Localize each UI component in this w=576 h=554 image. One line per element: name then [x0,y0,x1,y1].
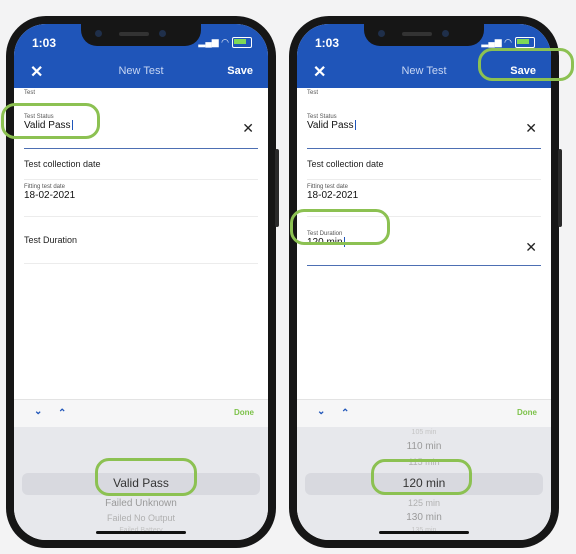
text-caret [354,120,356,131]
highlight-test-status [1,103,100,139]
battery-icon [515,37,535,49]
chevron-up-icon[interactable]: ⌃ [58,408,66,419]
test-status-field[interactable]: Test Status Valid Pass ✕ [307,108,541,149]
status-icons: ▂▄▆ ◠ [481,37,535,49]
picker-option[interactable]: 110 min [297,441,551,452]
chevron-down-icon[interactable]: ⌄ [317,406,325,417]
chevron-down-icon[interactable]: ⌄ [34,406,42,417]
save-button[interactable]: Save [227,65,253,77]
clear-icon[interactable]: ✕ [242,120,254,137]
fitting-test-date-value[interactable]: 18-02-2021 [307,190,541,201]
picker-option[interactable]: 105 min [297,429,551,436]
side-button [558,149,562,227]
picker-option[interactable]: 125 min [297,498,551,508]
speaker-grille [402,32,432,36]
done-button[interactable]: Done [234,408,254,417]
home-indicator [379,531,469,534]
fitting-test-date-value[interactable]: 18-02-2021 [24,190,258,201]
camera-icon [95,30,102,37]
test-collection-date-field[interactable]: Test collection date [307,149,541,180]
clear-icon[interactable]: ✕ [525,120,537,137]
camera-icon [378,30,385,37]
highlight-save-button [478,48,574,81]
speaker-grille [119,32,149,36]
status-time: 1:03 [32,36,57,50]
highlight-test-duration [290,209,390,245]
test-duration-field[interactable]: Test Duration [24,217,258,264]
sensor-icon [159,30,166,37]
chevron-up-icon[interactable]: ⌃ [341,408,349,419]
home-indicator [96,531,186,534]
clear-icon[interactable]: ✕ [525,239,537,256]
status-icons: ▂▄▆ ◠ [198,37,252,49]
notch [81,24,201,46]
test-collection-date-field[interactable]: Test collection date [24,149,258,180]
highlight-status-picker [95,458,197,496]
side-button [275,149,279,227]
picker-option[interactable]: Failed No Output [14,513,268,523]
status-time: 1:03 [315,36,340,50]
picker-option[interactable]: 130 min [297,512,551,523]
fitting-test-date-field[interactable]: Fitting test date 18-02-2021 [24,180,258,217]
picker-toolbar: ⌄ ⌃ Done [297,399,551,428]
section-label: Test [307,90,319,96]
sensor-icon [442,30,449,37]
done-button[interactable]: Done [517,408,537,417]
picker-option[interactable]: Failed Unknown [14,498,268,509]
highlight-duration-picker [371,459,472,495]
battery-icon [232,37,252,49]
picker-toolbar: ⌄ ⌃ Done [14,399,268,428]
test-status-value[interactable]: Valid Pass [307,120,354,131]
notch [364,24,484,46]
